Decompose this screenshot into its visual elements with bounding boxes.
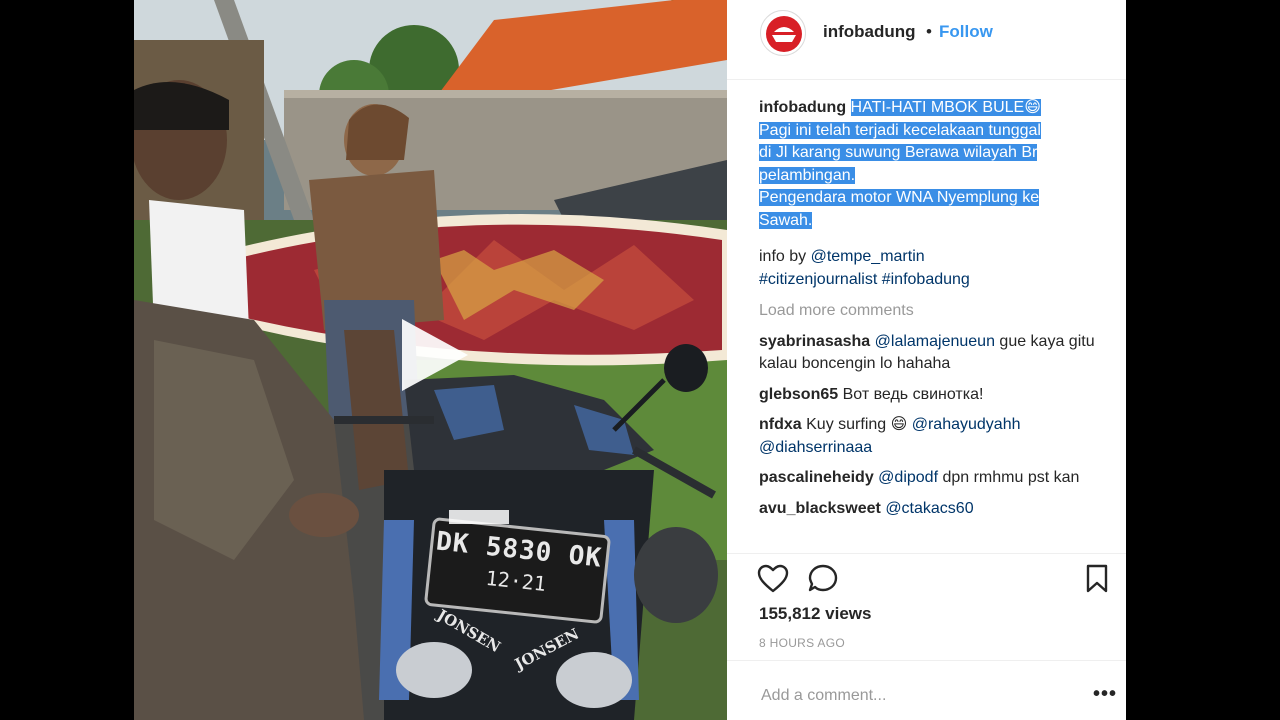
post-video[interactable]: DK 5830 OK 12·21 JONSEN JONSEN (134, 0, 727, 720)
comment-item: glebson65 Вот ведь свинотка! (759, 384, 1099, 407)
bookmark-icon[interactable] (1086, 564, 1108, 594)
mention-link[interactable]: @tempe_martin (811, 248, 925, 265)
caption-line: di Jl karang suwung Berawa wilayah Br (759, 144, 1038, 161)
comment-username[interactable]: avu_blacksweet (759, 500, 881, 517)
post-header: infobadung • Follow (727, 0, 1126, 80)
instagram-post-frame: DK 5830 OK 12·21 JONSEN JONSEN infobadun… (134, 0, 1126, 720)
license-plate: DK 5830 OK 12·21 (425, 518, 609, 622)
play-icon[interactable] (396, 315, 472, 395)
add-comment-input[interactable] (759, 681, 1063, 711)
comments-list[interactable]: infobadung HATI-HATI MBOK BULE😄 Pagi ini… (759, 97, 1099, 552)
add-comment-bar: ••• (727, 660, 1126, 720)
comment-mention[interactable]: @dipodf (878, 469, 938, 486)
comment-mention[interactable]: @ctakacs60 (885, 500, 973, 517)
caption-line: pelambingan. (759, 166, 856, 184)
caption-line: Pagi ini telah terjadi kecelakaan tungga… (759, 121, 1041, 139)
post-timestamp: 8 HOURS AGO (759, 636, 845, 650)
separator-dot: • (926, 22, 932, 41)
load-more-comments-button[interactable]: Load more comments (759, 300, 1099, 323)
comment-username[interactable]: glebson65 (759, 386, 838, 403)
comment-bubble-icon[interactable] (808, 564, 840, 594)
avatar[interactable] (760, 10, 806, 56)
caption-line: HATI-HATI MBOK BULE😄 (850, 99, 1041, 116)
caption-username[interactable]: infobadung (759, 99, 846, 116)
comment-item: nfdxa Kuy surfing 😄 @rahayudyahh @diahse… (759, 414, 1099, 459)
comment-text: dpn rmhmu pst kan (938, 469, 1080, 486)
comment-item: pascalineheidy @dipodf dpn rmhmu pst kan (759, 467, 1099, 490)
post-caption: infobadung HATI-HATI MBOK BULE😄 Pagi ini… (759, 97, 1099, 232)
post-actions: 155,812 views 8 HOURS AGO (727, 553, 1126, 659)
hashtag-links[interactable]: #citizenjournalist #infobadung (759, 271, 970, 288)
heart-icon[interactable] (757, 564, 789, 594)
comment-item: syabrinasasha @lalamajenueun gue kaya gi… (759, 331, 1099, 376)
caption-line: Sawah. (759, 211, 813, 229)
comment-item: avu_blacksweet @ctakacs60 (759, 498, 1099, 521)
comment-text: Вот ведь свинотка! (842, 385, 984, 403)
post-username[interactable]: infobadung (823, 22, 916, 42)
comment-username[interactable]: nfdxa (759, 416, 802, 433)
caption-line: Pengendara motor WNA Nyemplung ke (759, 189, 1040, 206)
comment-mention[interactable]: @lalamajenueun (875, 333, 995, 350)
comment-text: Kuy surfing 😄 (806, 416, 912, 433)
info-prefix: info by (759, 248, 811, 265)
comment-username[interactable]: syabrinasasha (759, 333, 870, 350)
follow-button[interactable]: Follow (939, 22, 993, 42)
comment-username[interactable]: pascalineheidy (759, 469, 874, 486)
caption-credits: info by @tempe_martin #citizenjournalist… (759, 246, 1099, 291)
views-count[interactable]: 155,812 views (759, 604, 871, 624)
post-sidebar: infobadung • Follow infobadung HATI-HATI… (727, 0, 1126, 720)
more-options-icon[interactable]: ••• (1093, 683, 1117, 706)
